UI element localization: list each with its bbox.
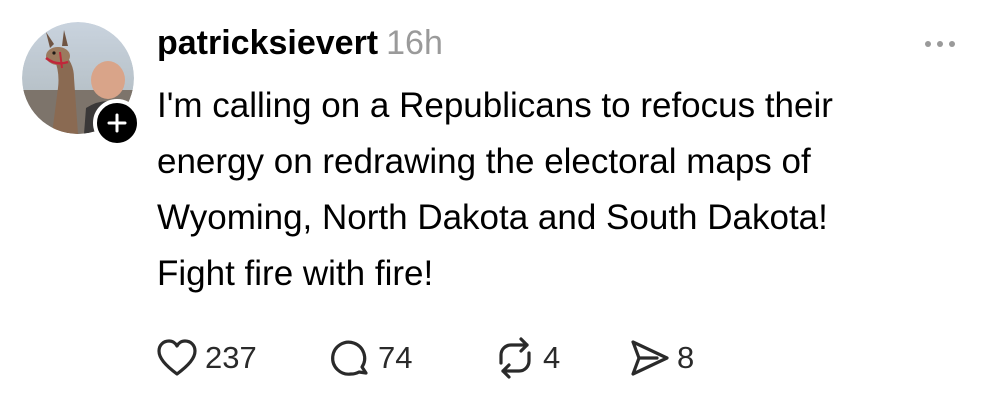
send-arrow-icon	[631, 340, 669, 376]
post-body-line: Fight fire with fire!	[157, 254, 434, 293]
post-body-line: energy on redrawing the electoral maps o…	[157, 142, 811, 181]
repost-arrows-icon	[499, 337, 531, 379]
reply-count: 74	[378, 340, 413, 375]
follow-button[interactable]	[93, 99, 141, 147]
post-body-line: I'm calling on a Republicans to refocus …	[157, 86, 833, 125]
plus-icon	[107, 113, 127, 133]
share-count: 8	[677, 340, 695, 375]
post-body: I'm calling on a Republicans to refocus …	[157, 78, 977, 302]
heart-icon	[157, 339, 197, 376]
share-button[interactable]: 8	[627, 330, 694, 386]
post-body-line: Wyoming, North Dakota and South Dakota!	[157, 198, 828, 237]
post-timestamp: 16h	[386, 24, 443, 62]
speech-bubble-icon	[331, 340, 368, 376]
repost-button[interactable]: 4	[493, 330, 560, 386]
ellipsis-icon	[925, 41, 955, 47]
like-button[interactable]: 237	[155, 330, 257, 386]
post-header: patricksievert 16h	[157, 24, 443, 63]
post-card: patricksievert 16h I'm calling on a Repu…	[0, 0, 1000, 409]
username[interactable]: patricksievert	[157, 24, 378, 63]
repost-count: 4	[543, 340, 561, 375]
more-options-button[interactable]	[916, 32, 964, 56]
avatar-container	[22, 22, 141, 147]
like-count: 237	[205, 340, 257, 375]
reply-button[interactable]: 74	[330, 330, 412, 386]
